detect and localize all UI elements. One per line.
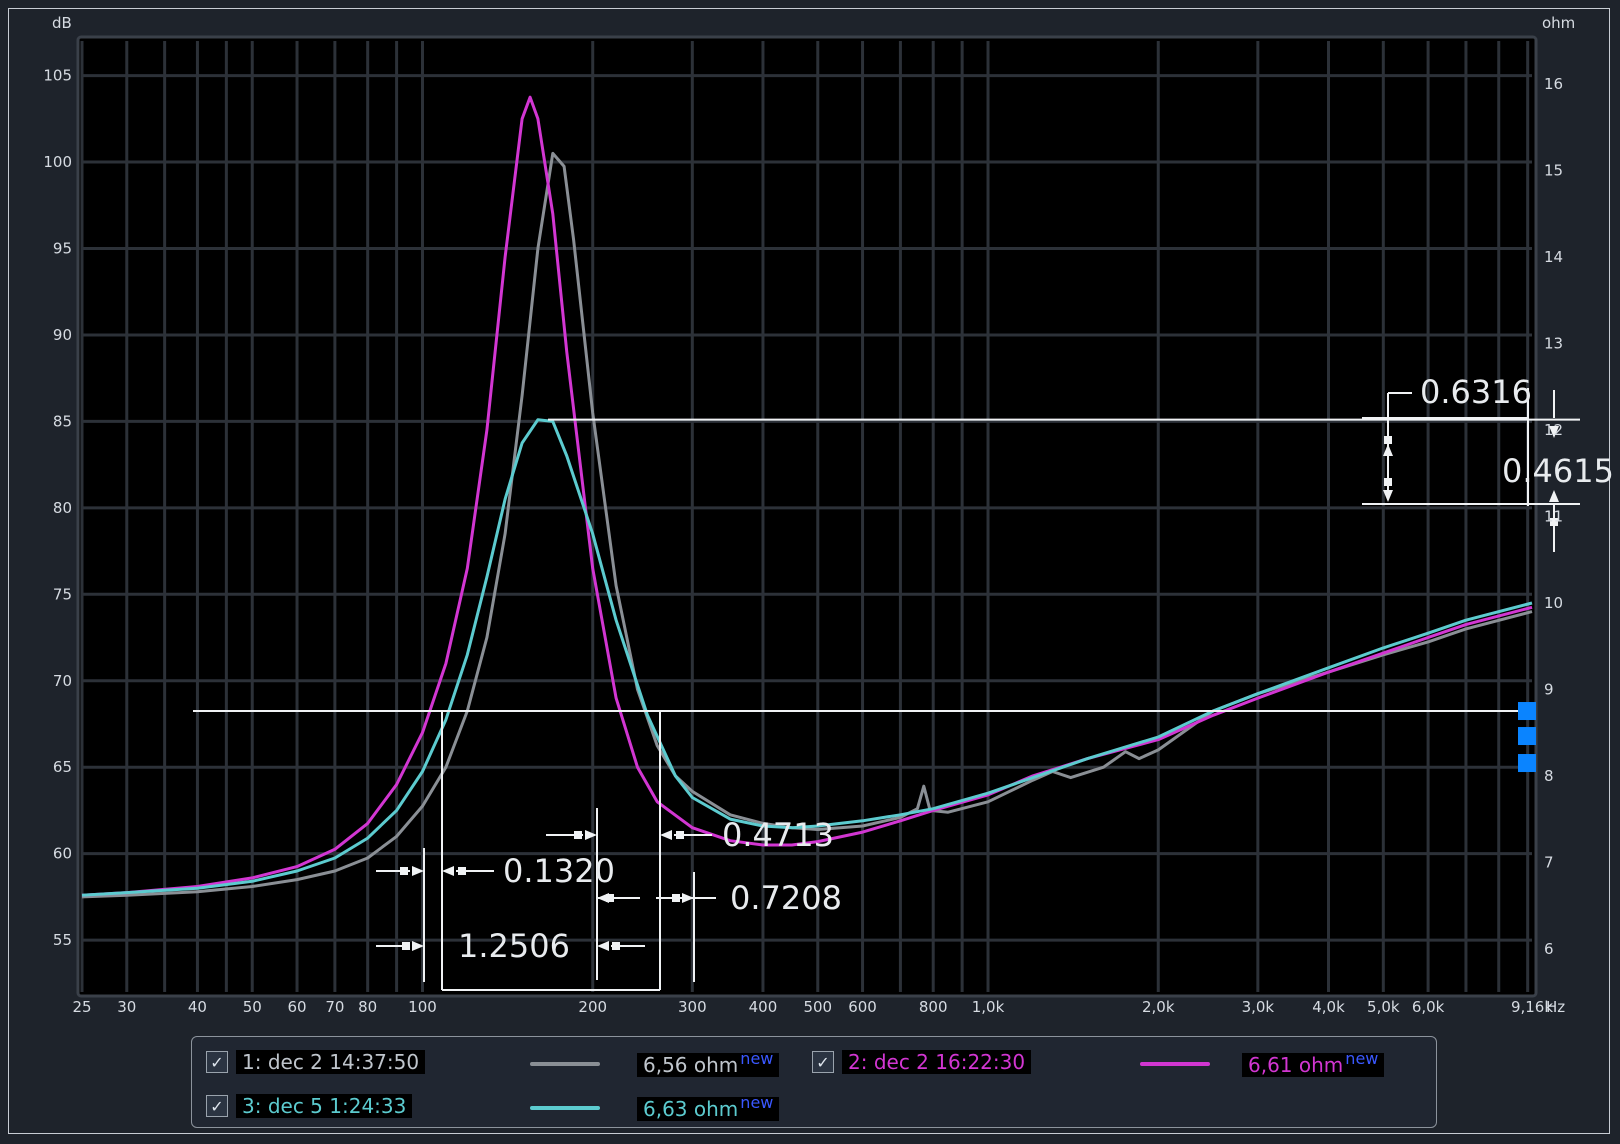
x-unit: Hz [1546, 998, 1565, 1016]
y-left-tick-label: 60 [53, 845, 72, 863]
annotation-label-3: 0.7208 [730, 879, 842, 917]
x-tick-label: 500 [803, 998, 832, 1016]
legend-swatch-1 [530, 1062, 600, 1066]
marker-square [1518, 702, 1536, 721]
annotation-label-2: 0.4713 [722, 816, 834, 854]
legend-item-1[interactable]: ✓ 1: dec 2 14:37:50 [206, 1047, 426, 1077]
x-tick-label: 200 [578, 998, 607, 1016]
x-tick-label: 30 [117, 998, 136, 1016]
marker-square [1518, 754, 1536, 773]
x-tick-label: 300 [678, 998, 707, 1016]
x-tick-label: 600 [848, 998, 877, 1016]
legend-impedance-2: 6,61 ohm new [1242, 1049, 1385, 1077]
x-tick-label: 25 [72, 998, 91, 1016]
legend-label-3: 3: dec 5 1:24:33 [236, 1094, 413, 1118]
x-tick-label: 80 [358, 998, 377, 1016]
x-tick-label: 100 [408, 998, 437, 1016]
dim-tick [676, 831, 684, 839]
x-tick-label: 6,0k [1412, 998, 1445, 1016]
legend-impedance-3: 6,63 ohm new [637, 1093, 780, 1121]
x-tick-label: 2,0k [1142, 998, 1175, 1016]
legend-label-2: 2: dec 2 16:22:30 [842, 1050, 1032, 1074]
y-left-tick-label: 105 [43, 67, 72, 85]
y-left-tick-label: 65 [53, 758, 72, 776]
impedance-chart: 0.1320 0.4713 0.7208 1.2506 0.6316 0.4615 55 6… [43, 14, 1614, 1016]
y-left-tick-label: 75 [53, 585, 72, 603]
annotation-label-5: 0.6316 [1420, 373, 1532, 411]
x-tick-label: 3,0k [1242, 998, 1275, 1016]
dim-tick [606, 894, 614, 902]
dim-tick [672, 894, 680, 902]
y-left-tick-label: 90 [53, 326, 72, 344]
legend-item-2[interactable]: ✓ 2: dec 2 16:22:30 [812, 1047, 1032, 1077]
impedance-value-3: 6,63 ohm [643, 1096, 739, 1121]
y-right-tick-label: 14 [1544, 248, 1563, 266]
x-tick-label: 1,0k [972, 998, 1005, 1016]
y-right-tick-label: 10 [1544, 594, 1563, 612]
y-right-tick-label: 8 [1544, 767, 1554, 785]
new-badge-1: new [740, 1049, 774, 1068]
x-tick-label: 4,0k [1312, 998, 1345, 1016]
x-tick-label: 400 [749, 998, 778, 1016]
checkbox-2[interactable]: ✓ [812, 1051, 834, 1073]
impedance-value-2: 6,61 ohm [1248, 1052, 1344, 1077]
dim-tick [1384, 436, 1392, 444]
annotation-label-4: 1.2506 [458, 927, 570, 965]
y-right-tick-label: 15 [1544, 162, 1563, 180]
x-tick-label: 60 [287, 998, 306, 1016]
legend-impedance-1: 6,56 ohm new [637, 1049, 780, 1077]
legend-swatch-3 [530, 1106, 600, 1110]
y-right-tick-label: 13 [1544, 335, 1563, 353]
legend: ✓ 1: dec 2 14:37:50 6,56 ohm new ✓ 2: dec… [191, 1036, 1437, 1128]
y-left-tick-label: 70 [53, 672, 72, 690]
dim-tick [400, 867, 408, 875]
dim-tick [402, 942, 410, 950]
legend-swatch-2 [1140, 1062, 1210, 1066]
checkbox-1[interactable]: ✓ [206, 1051, 228, 1073]
dim-tick [458, 867, 466, 875]
dim-tick [574, 831, 582, 839]
x-tick-label: 70 [325, 998, 344, 1016]
checkbox-3[interactable]: ✓ [206, 1095, 228, 1117]
x-tick-label: 50 [243, 998, 262, 1016]
y-right-tick-label: 12 [1544, 421, 1563, 439]
annotation-label-6: 0.4615 [1502, 452, 1614, 490]
y-right-tick-label: 6 [1544, 940, 1554, 958]
x-tick-label: 5,0k [1367, 998, 1400, 1016]
y-left-tick-label: 80 [53, 499, 72, 517]
y-left-tick-label: 85 [53, 412, 72, 430]
x-tick-label: 40 [188, 998, 207, 1016]
annotation-label-1: 0.1320 [503, 852, 615, 890]
x-tick-label: 800 [919, 998, 948, 1016]
y-right-tick-label: 11 [1544, 508, 1563, 526]
y-left-tick-label: 95 [53, 239, 72, 257]
y-right-unit: ohm [1542, 14, 1575, 32]
impedance-value-1: 6,56 ohm [643, 1052, 739, 1077]
y-left-tick-label: 55 [53, 931, 72, 949]
dim-tick [1384, 478, 1392, 486]
y-left-unit: dB [52, 14, 72, 32]
legend-item-3[interactable]: ✓ 3: dec 5 1:24:33 [206, 1091, 413, 1121]
marker-square [1518, 727, 1536, 746]
y-right-tick-label: 16 [1544, 75, 1563, 93]
dim-arrow [1549, 490, 1559, 502]
new-badge-3: new [740, 1093, 774, 1112]
y-right-tick-label: 9 [1544, 680, 1554, 698]
y-right-tick-label: 7 [1544, 853, 1554, 871]
dim-tick [612, 942, 620, 950]
y-left-tick-label: 100 [43, 153, 72, 171]
new-badge-2: new [1345, 1049, 1379, 1068]
legend-label-1: 1: dec 2 14:37:50 [236, 1050, 426, 1074]
